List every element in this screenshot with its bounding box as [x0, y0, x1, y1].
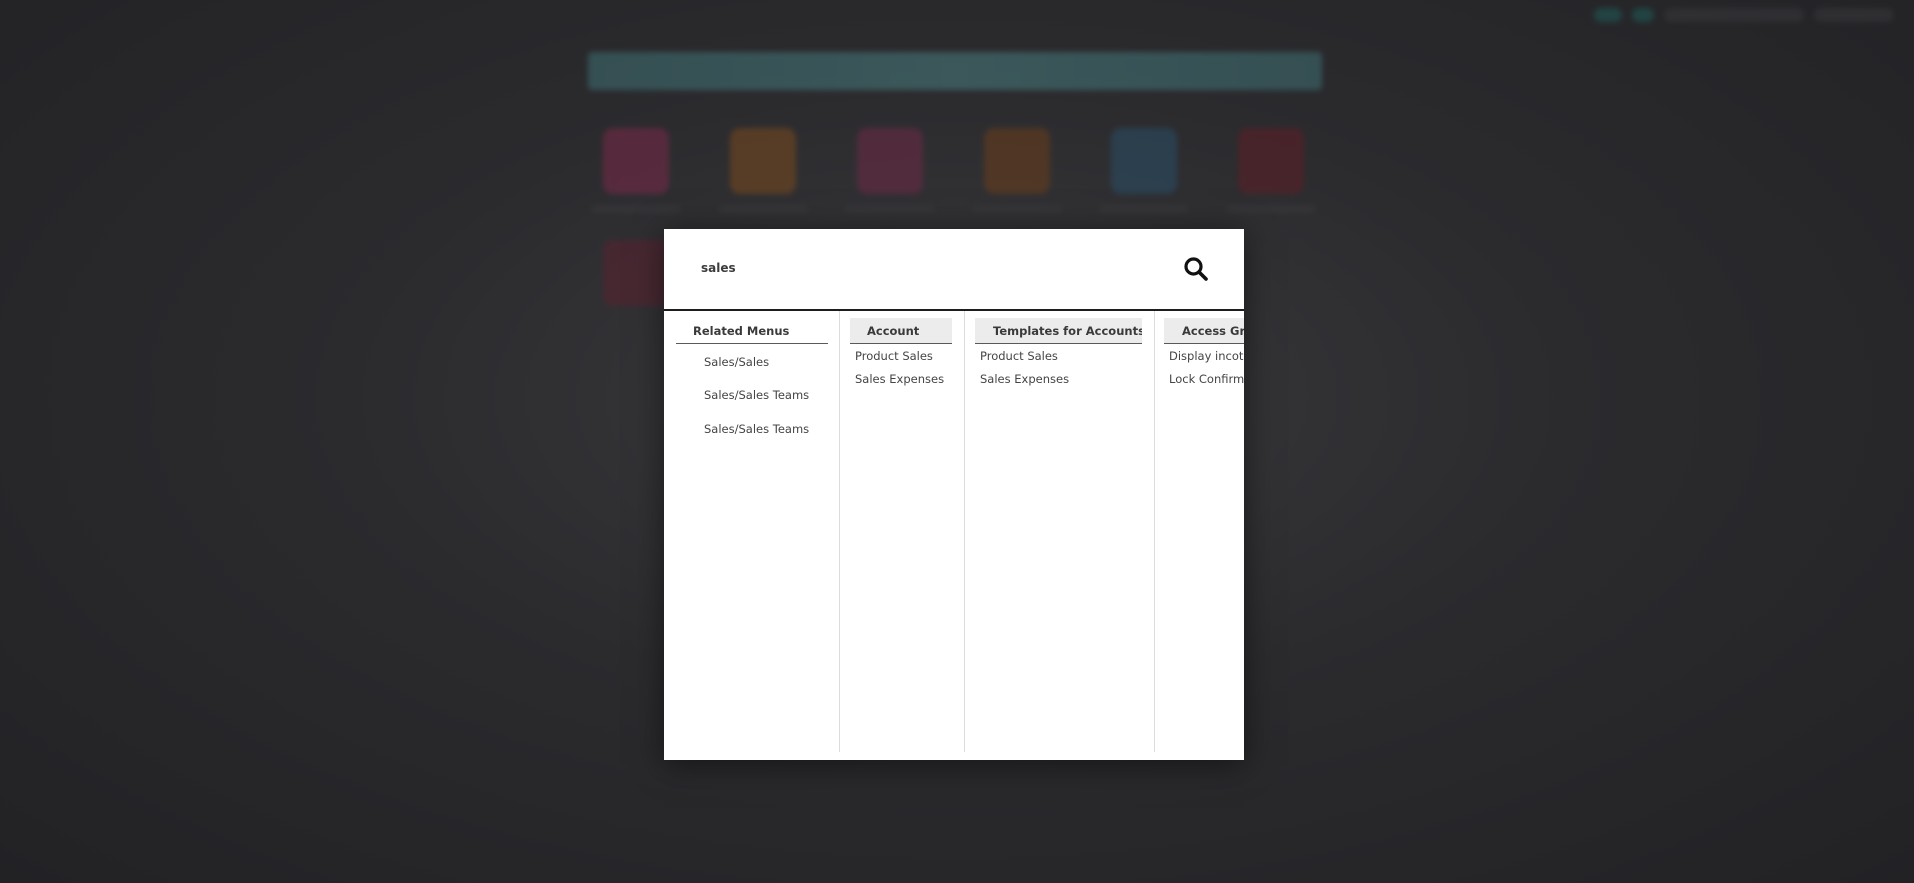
background-app-label	[718, 205, 808, 213]
search-modal: Related Menus Sales/Sales Sales/Sales Te…	[664, 229, 1244, 760]
column-header-templates: Templates for Accounts	[975, 318, 1142, 344]
menu-result-item[interactable]: Sales/Sales Teams	[704, 388, 809, 402]
background-app-label	[1099, 205, 1189, 213]
template-result-item[interactable]: Sales Expenses	[980, 372, 1069, 386]
column-header-related-menus: Related Menus	[676, 318, 828, 344]
templates-column: Templates for Accounts Product Sales Sal…	[964, 311, 1155, 752]
column-header-access-groups: Access Gro	[1164, 318, 1244, 344]
background-app-icon	[603, 128, 669, 194]
background-app-label	[591, 205, 681, 213]
background-app-icon	[984, 128, 1050, 194]
search-input[interactable]	[701, 253, 1141, 283]
background-app-label	[972, 205, 1062, 213]
background-search-bar	[588, 52, 1322, 90]
background-app-label	[845, 205, 935, 213]
background-app-icon	[857, 128, 923, 194]
account-result-item[interactable]: Sales Expenses	[855, 372, 944, 386]
search-bar	[664, 229, 1244, 311]
background-app-icon	[603, 240, 669, 306]
background-app-icon	[1238, 128, 1304, 194]
access-groups-column: Access Gro Display incote Lock Confirme	[1154, 311, 1244, 752]
search-icon[interactable]	[1183, 256, 1209, 282]
account-column: Account Product Sales Sales Expenses	[839, 311, 965, 752]
account-result-item[interactable]: Product Sales	[855, 349, 933, 363]
background-app-icon	[1111, 128, 1177, 194]
background-app-icon	[730, 128, 796, 194]
access-group-result-item[interactable]: Display incote	[1169, 349, 1244, 363]
menu-result-item[interactable]: Sales/Sales	[704, 355, 769, 369]
template-result-item[interactable]: Product Sales	[980, 349, 1058, 363]
background-top-bar	[1594, 8, 1894, 22]
related-menus-column: Related Menus Sales/Sales Sales/Sales Te…	[664, 311, 840, 752]
search-results: Related Menus Sales/Sales Sales/Sales Te…	[664, 311, 1244, 760]
access-group-result-item[interactable]: Lock Confirme	[1169, 372, 1244, 386]
background-app-label	[1226, 205, 1316, 213]
column-header-account: Account	[850, 318, 952, 344]
menu-result-item[interactable]: Sales/Sales Teams	[704, 422, 809, 436]
